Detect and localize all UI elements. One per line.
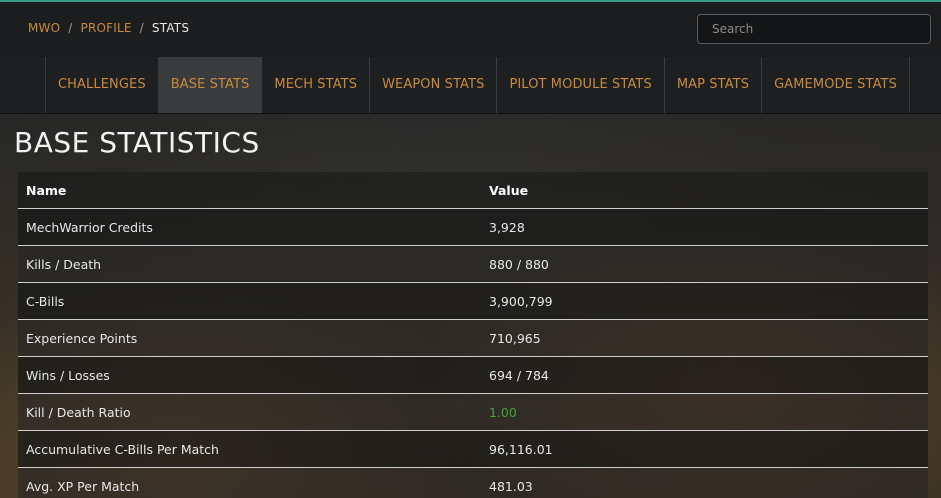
tab-map-stats[interactable]: MAP STATS bbox=[665, 57, 763, 113]
stat-value: 880 / 880 bbox=[481, 245, 928, 283]
stat-value: 3,900,799 bbox=[481, 282, 928, 320]
search-input[interactable] bbox=[697, 14, 931, 44]
page-title: BASE STATISTICS bbox=[14, 126, 260, 159]
stat-name: Accumulative C-Bills Per Match bbox=[18, 430, 481, 468]
breadcrumb-current: STATS bbox=[151, 21, 190, 35]
stat-value: 694 / 784 bbox=[481, 356, 928, 394]
stat-name: Kills / Death bbox=[18, 245, 481, 283]
table-row: MechWarrior Credits 3,928 bbox=[18, 208, 928, 246]
table-header-row: Name Value bbox=[18, 172, 928, 209]
table-row: Avg. XP Per Match 481.03 bbox=[18, 467, 928, 498]
stat-name: Wins / Losses bbox=[18, 356, 481, 394]
stats-tabs: CHALLENGES BASE STATS MECH STATS WEAPON … bbox=[46, 57, 910, 113]
stat-value: 3,928 bbox=[481, 208, 928, 246]
stat-name: Avg. XP Per Match bbox=[18, 467, 481, 498]
tab-mech-stats[interactable]: MECH STATS bbox=[262, 57, 371, 113]
stat-name: MechWarrior Credits bbox=[18, 208, 481, 246]
stat-name: Kill / Death Ratio bbox=[18, 393, 481, 431]
table-row: Kill / Death Ratio 1.00 bbox=[18, 393, 928, 431]
tab-base-stats[interactable]: BASE STATS bbox=[158, 57, 263, 113]
table-row: C-Bills 3,900,799 bbox=[18, 282, 928, 320]
page-frame: MWO / PROFILE / STATS CHALLENGES BASE STATS … bbox=[0, 0, 941, 498]
tab-weapon-stats[interactable]: WEAPON STATS bbox=[370, 57, 498, 113]
stat-name: C-Bills bbox=[18, 282, 481, 320]
tab-pilot-module-stats[interactable]: PILOT MODULE STATS bbox=[497, 57, 665, 113]
breadcrumb-link-mwo[interactable]: MWO bbox=[28, 21, 60, 35]
base-stats-table: Name Value MechWarrior Credits 3,928 Kil… bbox=[18, 172, 928, 498]
stat-value-kd-ratio: 1.00 bbox=[481, 393, 928, 431]
tab-challenges[interactable]: CHALLENGES bbox=[46, 57, 159, 113]
table-row: Kills / Death 880 / 880 bbox=[18, 245, 928, 283]
breadcrumb-separator: / bbox=[139, 21, 144, 35]
tabbar-spacer bbox=[0, 57, 46, 113]
breadcrumb-separator: / bbox=[68, 21, 73, 35]
table-row: Experience Points 710,965 bbox=[18, 319, 928, 357]
stat-value: 710,965 bbox=[481, 319, 928, 357]
main-content: BASE STATISTICS Name Value MechWarrior C… bbox=[0, 114, 941, 498]
breadcrumb-link-profile[interactable]: PROFILE bbox=[81, 21, 132, 35]
tab-gamemode-stats[interactable]: GAMEMODE STATS bbox=[762, 57, 910, 113]
table-row: Wins / Losses 694 / 784 bbox=[18, 356, 928, 394]
stat-value: 96,116.01 bbox=[481, 430, 928, 468]
column-header-name: Name bbox=[18, 172, 481, 209]
stat-value: 481.03 bbox=[481, 467, 928, 498]
column-header-value: Value bbox=[481, 172, 928, 209]
stat-name: Experience Points bbox=[18, 319, 481, 357]
header-bar: MWO / PROFILE / STATS bbox=[0, 2, 941, 58]
table-row: Accumulative C-Bills Per Match 96,116.01 bbox=[18, 430, 928, 468]
stats-tab-bar: CHALLENGES BASE STATS MECH STATS WEAPON … bbox=[0, 57, 941, 114]
breadcrumb: MWO / PROFILE / STATS bbox=[28, 21, 189, 35]
